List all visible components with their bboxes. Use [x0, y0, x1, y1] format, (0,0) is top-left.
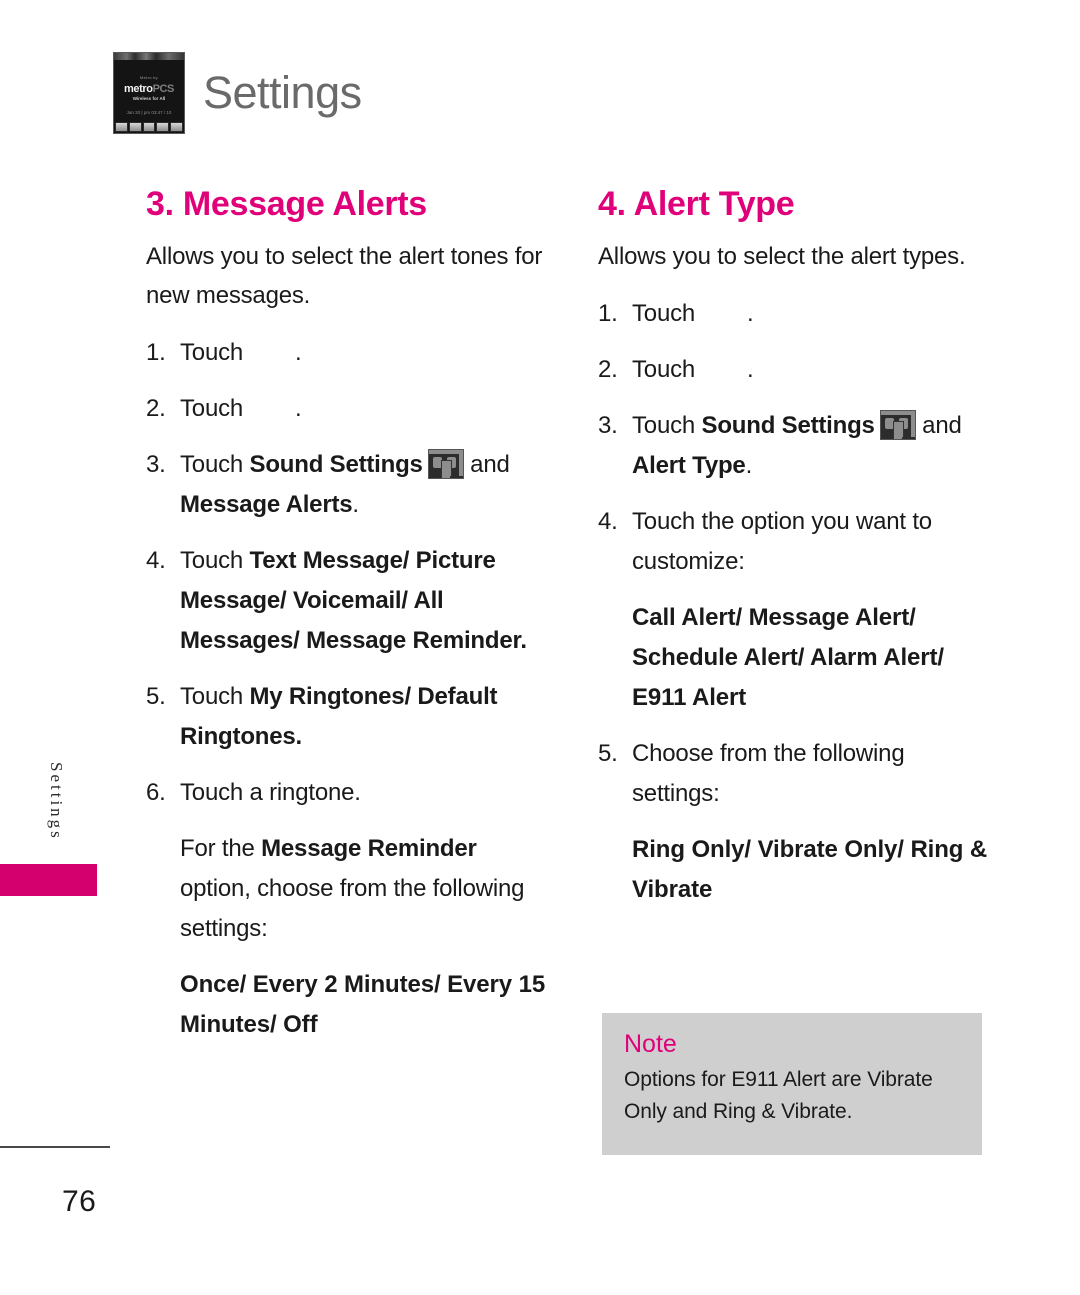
section-intro-text: Allows you to select the alert types.	[598, 243, 966, 270]
left-column: 3. Message Alerts Allows you to select t…	[146, 185, 546, 1061]
step-text: Touch	[632, 300, 696, 327]
phone-softkey-bar-icon	[114, 122, 184, 133]
step-text-tail: .	[295, 395, 302, 422]
note-title: Note	[624, 1030, 677, 1058]
step-body: Choose from the following settings:	[632, 740, 905, 807]
step-text-tail: .	[520, 627, 527, 654]
step-number: 1.	[598, 300, 618, 327]
step-number: 5.	[146, 683, 166, 710]
step-number: 2.	[146, 395, 166, 422]
step-text-tail: .	[352, 491, 359, 518]
page-number: 76	[62, 1185, 97, 1218]
alert-type-options-list: Call Alert/ Message Alert/ Schedule Aler…	[632, 604, 944, 711]
missing-inline-icon	[695, 305, 747, 325]
section-intro-text: Allows you to select the alert tones for…	[146, 243, 543, 309]
step-item: 1. Touch.	[598, 294, 998, 334]
step-item: 2. Touch.	[146, 389, 546, 429]
softkey-more-icon	[170, 122, 183, 132]
step-text-tail: .	[747, 356, 754, 383]
step-text: Touch	[632, 356, 696, 383]
step-item: 3. Touch Sound Settings and Alert Type.	[598, 406, 998, 486]
step-item: 3. Touch Sound Settings and Message Aler…	[146, 445, 546, 525]
missing-inline-icon	[695, 361, 747, 381]
footer-divider	[0, 1146, 110, 1148]
step-number: 3.	[598, 412, 618, 439]
menu-thumbnail-icon	[427, 449, 464, 479]
message-reminder-paragraph: For the Message Reminder option, choose …	[180, 829, 546, 949]
step-item: 6. Touch a ringtone.	[146, 773, 546, 813]
step-text: Touch	[180, 395, 244, 422]
step-body: Touch Sound Settings and Alert Type.	[632, 406, 998, 486]
step-bold-term: Sound Settings	[701, 412, 875, 439]
section-title-alert-type: 4. Alert Type	[598, 185, 795, 223]
reminder-text-pre: For the	[180, 835, 262, 862]
page-title: Settings	[203, 67, 362, 118]
step-body: Touch Text Message/ Picture Message/ Voi…	[180, 541, 546, 661]
softkey-camera-icon	[156, 122, 170, 132]
note-box: Note Options for E911 Alert are Vibrate …	[602, 1013, 982, 1155]
reminder-text-post: option, choose from the following settin…	[180, 875, 525, 942]
step-bold-term-2: Alert Type	[632, 452, 746, 479]
logo-pcs-text: PCS	[152, 83, 175, 95]
menu-thumbnail-icon	[879, 410, 916, 440]
side-tab-marker	[0, 864, 97, 896]
step-text: Touch	[180, 547, 250, 574]
softkey-contacts-icon	[142, 122, 156, 132]
step-number: 1.	[146, 339, 166, 366]
step-item: 4. Touch Text Message/ Picture Message/ …	[146, 541, 546, 661]
alert-setting-options-list: Ring Only/ Vibrate Only/ Ring & Vibrate	[632, 836, 988, 903]
step-item: 4. Touch the option you want to customiz…	[598, 502, 998, 582]
step-item: 5. Choose from the following settings:	[598, 734, 998, 814]
metropcs-phone-thumbnail-icon: Metro by metroPCS Wireless for All Jan 2…	[113, 52, 185, 134]
reminder-bold-term: Message Reminder	[261, 835, 477, 862]
step-bold-term: Sound Settings	[249, 451, 423, 478]
step-text-tail: .	[295, 723, 303, 750]
softkey-message-icon	[128, 122, 142, 132]
metropcs-logo: metroPCS	[114, 84, 184, 95]
step-text-tail: .	[745, 452, 753, 479]
step-body: Touch a ringtone.	[180, 779, 361, 806]
step-number: 4.	[146, 547, 166, 574]
step-number: 3.	[146, 451, 166, 478]
softkey-menu-icon	[115, 122, 128, 132]
step-text-mid: and	[463, 451, 510, 478]
step-text-tail: .	[295, 339, 302, 366]
step-text-tail: .	[747, 300, 754, 327]
phone-carrier-label: Metro by	[140, 75, 158, 80]
step-text-mid: and	[915, 412, 962, 439]
step-text: Touch	[180, 451, 250, 478]
step-item: 2. Touch.	[598, 350, 998, 390]
step-body: Touch.	[180, 389, 546, 429]
step-text: Touch	[632, 412, 702, 439]
side-tab-label: Settings	[47, 762, 66, 841]
step-item: 1. Touch.	[146, 333, 546, 373]
step-number: 5.	[598, 740, 618, 767]
step-bold-term-2: Message Alerts	[180, 491, 353, 518]
phone-time-label: Jan 20 | pm 03:47 / 10	[126, 110, 172, 115]
logo-tagline: Wireless for All	[132, 96, 166, 101]
reminder-options-list: Once/ Every 2 Minutes/ Every 15 Minutes/…	[180, 971, 546, 1038]
step-number: 6.	[146, 779, 166, 806]
step-body: Touch Sound Settings and Message Alerts.	[180, 445, 546, 525]
step-body: Touch.	[632, 294, 998, 334]
step-body: Touch.	[180, 333, 546, 373]
step-body: Touch.	[632, 350, 998, 390]
step-item: 5. Touch My Ringtones/ Default Ringtones…	[146, 677, 546, 757]
note-text: Options for E911 Alert are Vibrate Only …	[624, 1068, 933, 1123]
step-body: Touch the option you want to customize:	[632, 508, 932, 575]
missing-inline-icon	[243, 344, 295, 364]
step-number: 4.	[598, 508, 618, 535]
section-title-message-alerts: 3. Message Alerts	[146, 185, 427, 223]
step-body: Touch My Ringtones/ Default Ringtones.	[180, 677, 546, 757]
right-column: 4. Alert Type Allows you to select the a…	[598, 185, 998, 926]
logo-metro-text: metro	[124, 83, 153, 95]
phone-statusbar-icon	[114, 53, 184, 60]
step-text: Touch	[180, 339, 244, 366]
step-number: 2.	[598, 356, 618, 383]
page-header: Metro by metroPCS Wireless for All Jan 2…	[113, 52, 362, 134]
step-text: Touch	[180, 683, 250, 710]
missing-inline-icon	[243, 400, 295, 420]
